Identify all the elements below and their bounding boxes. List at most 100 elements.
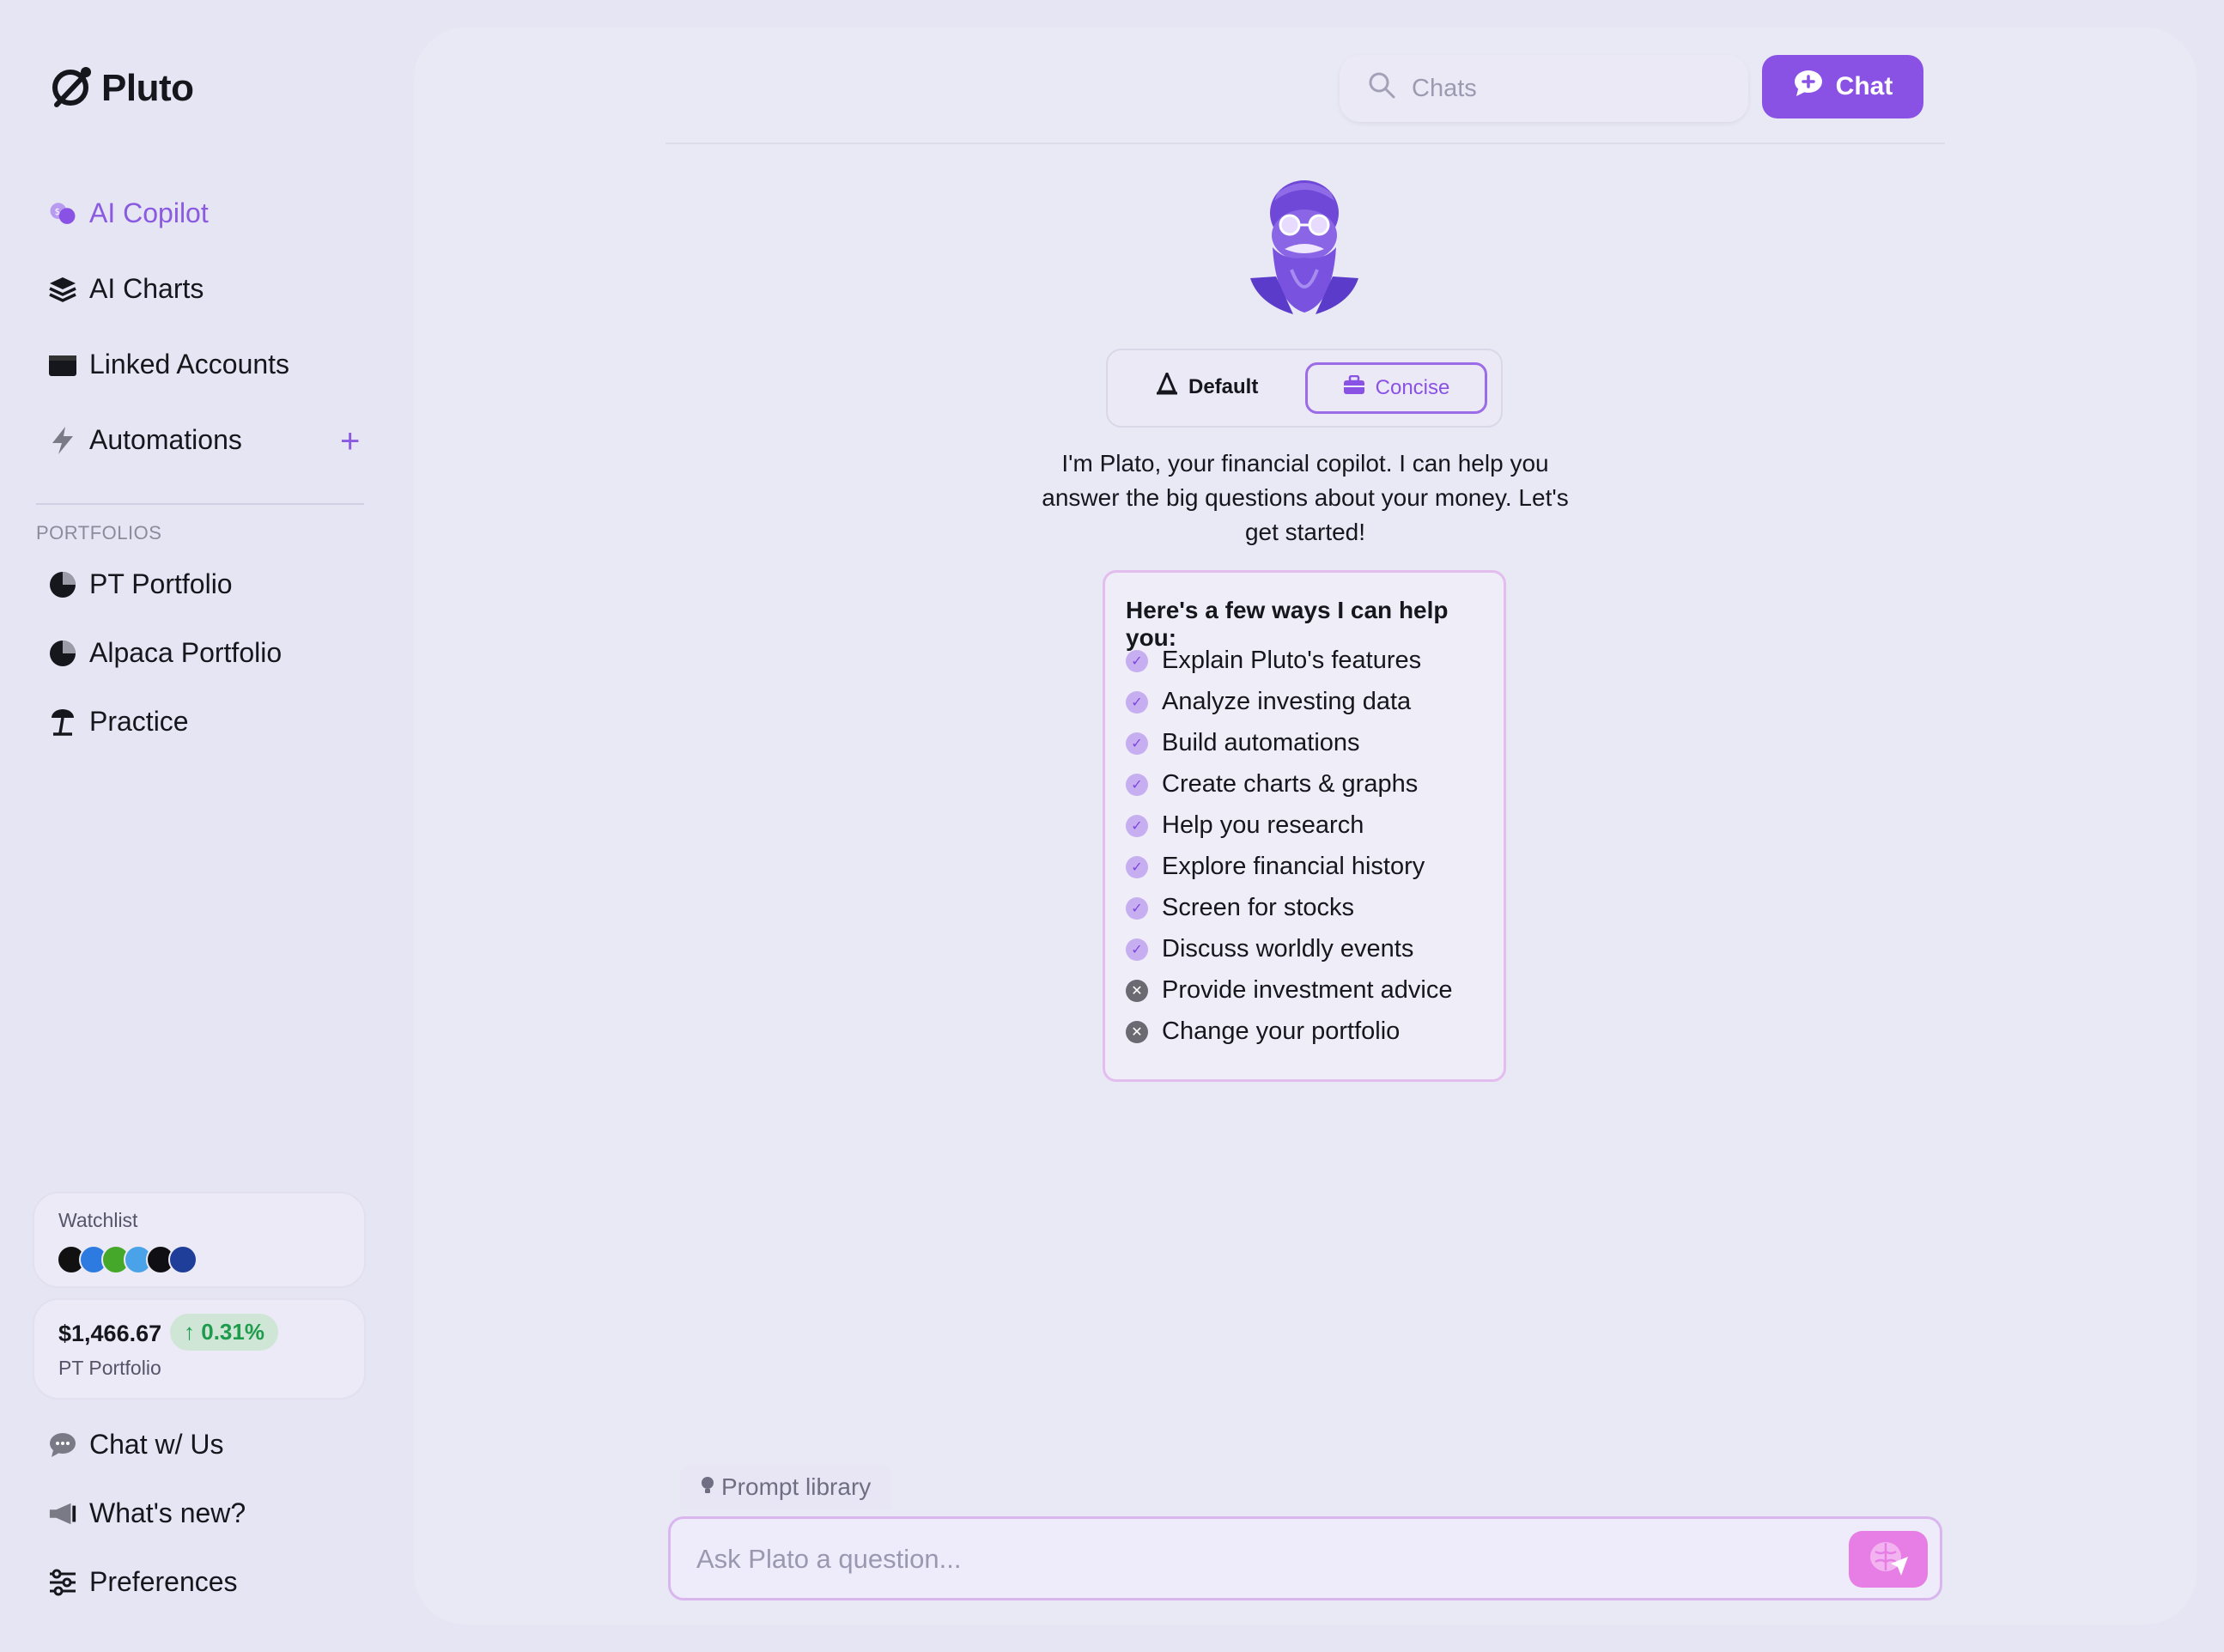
capability-item: ✓ Screen for stocks — [1126, 894, 1354, 922]
plato-avatar — [1242, 175, 1367, 320]
x-circle-icon: ✕ — [1126, 979, 1148, 1002]
nav-ai-copilot[interactable]: $ AI Copilot — [48, 197, 209, 229]
x-circle-icon: ✕ — [1126, 1020, 1148, 1043]
check-circle-icon: ✓ — [1126, 814, 1148, 837]
nav-label: Chat w/ Us — [89, 1429, 224, 1460]
nav-label: What's new? — [89, 1497, 246, 1528]
capability-item: ✕ Provide investment advice — [1126, 976, 1453, 1005]
portfolios-section-label: PORTFOLIOS — [36, 522, 162, 544]
capability-item: ✓ Create charts & graphs — [1126, 770, 1418, 799]
svg-text:$: $ — [55, 207, 60, 216]
bolt-icon — [48, 426, 77, 455]
capabilities-card: Here's a few ways I can help you: ✓ Expla… — [1103, 570, 1506, 1082]
capabilities-title: Here's a few ways I can help you: — [1126, 597, 1449, 651]
nav-label: AI Charts — [89, 273, 204, 304]
portfolio-summary-card[interactable]: $1,466.67 ↑ 0.31% PT Portfolio — [33, 1298, 366, 1400]
nav-label: Linked Accounts — [89, 349, 290, 380]
capability-item: ✓ Analyze investing data — [1126, 688, 1411, 716]
nav-automations[interactable]: Automations — [48, 424, 242, 456]
capability-item: ✓ Discuss worldly events — [1126, 935, 1413, 963]
change-value: 0.31% — [201, 1319, 264, 1345]
wallet-icon — [48, 350, 77, 380]
response-mode-toggle: Default Concise — [1106, 349, 1503, 428]
sliders-icon — [48, 1568, 77, 1597]
prompt-library-tab[interactable]: Prompt library — [680, 1465, 892, 1509]
watchlist-card[interactable]: Watchlist — [33, 1192, 366, 1288]
nav-preferences[interactable]: Preferences — [48, 1566, 238, 1598]
brain-send-icon — [1867, 1538, 1910, 1582]
capability-item: ✓ Help you research — [1126, 811, 1364, 840]
capability-label: Explore financial history — [1162, 853, 1425, 880]
portfolio-summary-label: PT Portfolio — [58, 1357, 161, 1379]
sidebar: Pluto $ AI Copilot AI Charts Linked Acco… — [0, 0, 404, 1652]
portfolio-label: Alpaca Portfolio — [89, 637, 283, 668]
chat-plus-icon — [1793, 69, 1824, 105]
pluto-logo[interactable]: Pluto — [48, 62, 194, 114]
capability-label: Analyze investing data — [1162, 688, 1412, 715]
capability-label: Build automations — [1162, 729, 1360, 756]
search-placeholder: Chats — [1412, 74, 1477, 102]
new-chat-button[interactable]: Chat — [1762, 55, 1923, 118]
check-circle-icon: ✓ — [1126, 938, 1148, 961]
check-circle-icon: ✓ — [1126, 649, 1148, 672]
portfolio-item-pt[interactable]: PT Portfolio — [48, 568, 233, 600]
ask-input[interactable] — [695, 1536, 1814, 1582]
capability-label: Explain Pluto's features — [1162, 647, 1422, 674]
capability-item: ✓ Explore financial history — [1126, 853, 1425, 881]
nav-label: Automations — [89, 424, 242, 455]
mode-concise-option[interactable]: Concise — [1305, 362, 1487, 414]
portfolio-value: $1,466.67 — [58, 1321, 162, 1346]
layers-icon — [48, 275, 77, 304]
copilot-chat-icon: $ — [48, 199, 77, 228]
watchlist-title: Watchlist — [58, 1209, 138, 1231]
capability-label: Screen for stocks — [1162, 894, 1355, 921]
portfolio-item-alpaca[interactable]: Alpaca Portfolio — [48, 637, 282, 669]
capability-label: Provide investment advice — [1162, 976, 1453, 1004]
check-circle-icon: ✓ — [1126, 773, 1148, 796]
nav-ai-charts[interactable]: AI Charts — [48, 273, 204, 305]
intro-text: I'm Plato, your financial copilot. I can… — [1042, 450, 1569, 545]
capability-item: ✓ Explain Pluto's features — [1126, 647, 1421, 675]
nav-chat-with-us[interactable]: Chat w/ Us — [48, 1429, 223, 1461]
mode-default-option[interactable]: Default — [1156, 370, 1259, 401]
megaphone-icon — [48, 1499, 77, 1528]
divider — [36, 503, 364, 505]
pie-chart-icon — [48, 570, 77, 599]
portfolio-label: Practice — [89, 706, 189, 737]
nav-label: AI Copilot — [89, 197, 209, 228]
mode-concise-label: Concise — [1375, 376, 1450, 399]
lightbulb-icon — [701, 1473, 714, 1501]
ask-question-box — [668, 1516, 1942, 1600]
portfolio-change-badge: ↑ 0.31% — [170, 1314, 278, 1351]
briefcase-icon — [1343, 374, 1365, 402]
capability-item: ✕ Change your portfolio — [1126, 1017, 1400, 1046]
pluto-logo-icon — [48, 62, 96, 114]
capability-label: Change your portfolio — [1162, 1017, 1401, 1045]
mode-default-label: Default — [1188, 374, 1259, 398]
nav-linked-accounts[interactable]: Linked Accounts — [48, 349, 289, 380]
ticker-logo-icon — [168, 1245, 197, 1274]
portfolio-item-practice[interactable]: Practice — [48, 706, 189, 738]
check-circle-icon: ✓ — [1126, 732, 1148, 755]
prompt-library-label: Prompt library — [721, 1473, 872, 1500]
check-circle-icon: ✓ — [1126, 896, 1148, 920]
capability-item: ✓ Build automations — [1126, 729, 1360, 757]
header-divider — [665, 143, 1945, 144]
check-circle-icon: ✓ — [1126, 690, 1148, 714]
portfolio-label: PT Portfolio — [89, 568, 233, 599]
app-name: Pluto — [101, 66, 194, 109]
nav-label: Preferences — [89, 1566, 238, 1597]
arrow-up-icon: ↑ — [184, 1319, 195, 1345]
check-circle-icon: ✓ — [1126, 855, 1148, 878]
nav-whats-new[interactable]: What's new? — [48, 1497, 246, 1529]
watchlist-logos — [57, 1245, 197, 1274]
pie-chart-icon — [48, 639, 77, 668]
chats-search[interactable]: Chats — [1340, 55, 1748, 122]
capability-label: Discuss worldly events — [1162, 935, 1414, 963]
add-automation-button[interactable]: + — [340, 424, 360, 459]
wizard-hat-icon — [1156, 370, 1178, 401]
capability-label: Create charts & graphs — [1162, 770, 1419, 798]
search-icon — [1367, 70, 1396, 106]
capability-label: Help you research — [1162, 811, 1364, 839]
send-button[interactable] — [1849, 1531, 1928, 1588]
